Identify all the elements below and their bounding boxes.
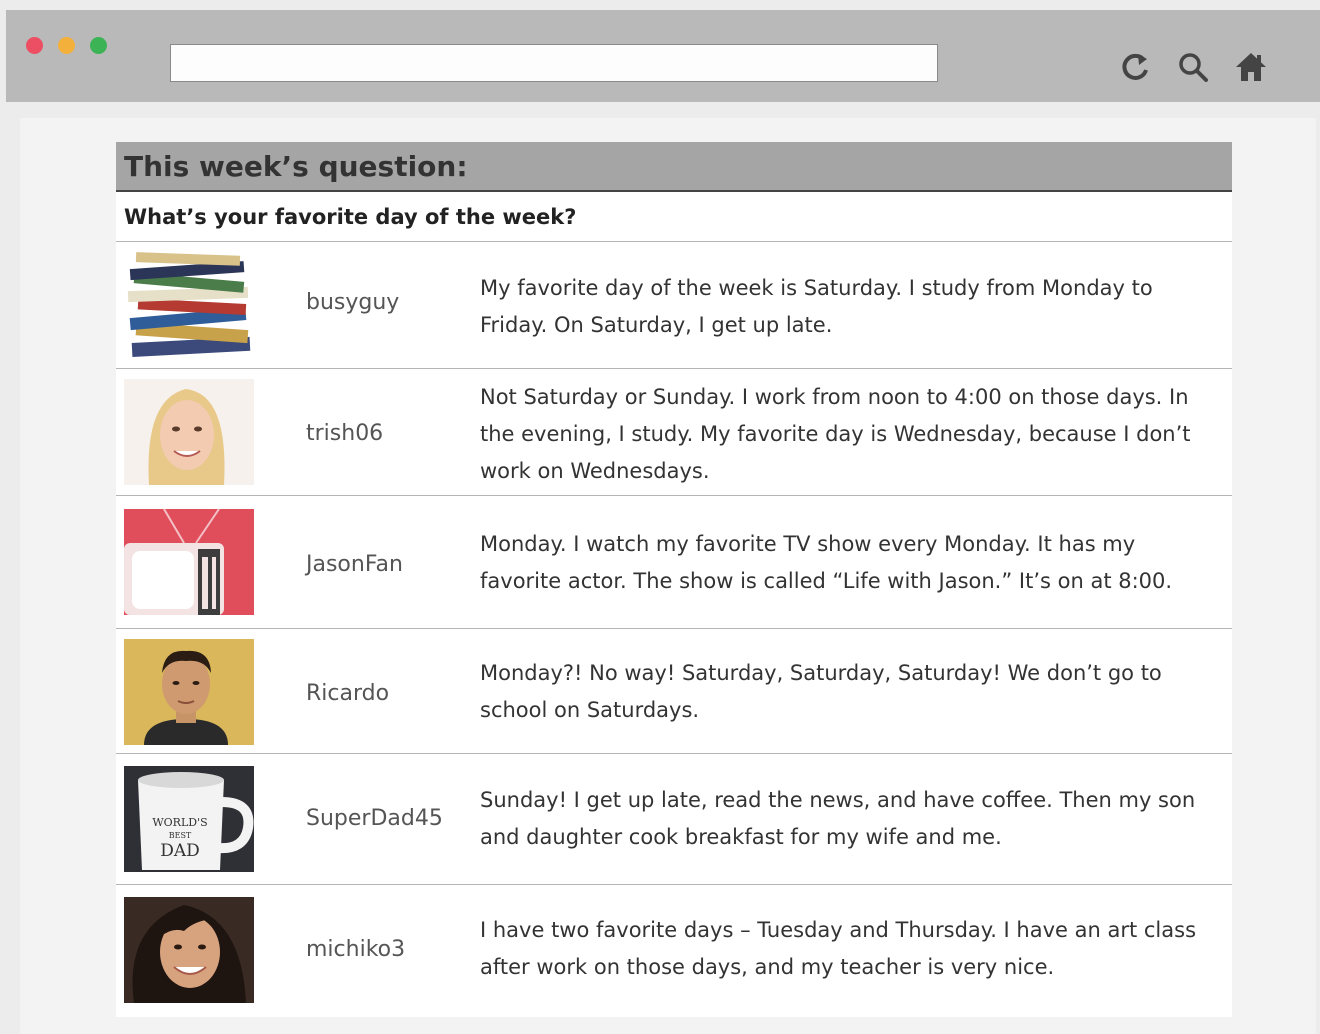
browser-toolbar [6, 10, 1320, 102]
address-bar-input[interactable] [170, 44, 938, 82]
close-window-button[interactable] [26, 37, 43, 54]
forum-card: This week’s question: What’s your favori… [116, 142, 1232, 1017]
mug-text-worlds: WORLD'S [152, 816, 207, 829]
question-text: What’s your favorite day of the week? [116, 192, 1232, 242]
question-header-title: This week’s question: [124, 149, 468, 183]
username: trish06 [306, 421, 384, 446]
username: JasonFan [306, 552, 403, 577]
post-row: JasonFan Monday. I watch my favorite TV … [116, 496, 1232, 629]
post-row: trish06 Not Saturday or Sunday. I work f… [116, 369, 1232, 496]
post-text: My favorite day of the week is Saturday.… [480, 276, 1153, 337]
post-row: michiko3 I have two favorite days – Tues… [116, 885, 1232, 1017]
young-man-image [124, 639, 254, 745]
retro-tv-image [124, 509, 254, 615]
username: michiko3 [306, 937, 406, 962]
worlds-best-dad-mug-image: WORLD'S BEST DAD [124, 766, 254, 872]
maximize-window-button[interactable] [90, 37, 107, 54]
post-text: Sunday! I get up late, read the news, an… [480, 788, 1196, 849]
home-icon[interactable] [1232, 48, 1270, 86]
woman-smiling-image [124, 379, 254, 485]
post-text: Monday?! No way! Saturday, Saturday, Sat… [480, 661, 1162, 722]
post-text: Not Saturday or Sunday. I work from noon… [480, 385, 1191, 483]
mug-text-best: BEST [169, 831, 192, 840]
post-row: Ricardo Monday?! No way! Saturday, Satur… [116, 629, 1232, 754]
username: Ricardo [306, 681, 390, 706]
page-content: This week’s question: What’s your favori… [20, 118, 1316, 1034]
question-header: This week’s question: [116, 142, 1232, 192]
search-icon[interactable] [1174, 48, 1212, 86]
post-row: WORLD'S BEST DAD SuperDad45 Sunday! I ge… [116, 754, 1232, 885]
reload-icon[interactable] [1116, 48, 1154, 86]
minimize-window-button[interactable] [58, 37, 75, 54]
books-stack-image [124, 252, 254, 358]
mug-text-dad: DAD [160, 841, 200, 861]
username: busyguy [306, 290, 400, 315]
smiling-woman-image [124, 897, 254, 1003]
post-text: Monday. I watch my favorite TV show ever… [480, 532, 1173, 593]
username: SuperDad45 [306, 806, 443, 831]
post-text: I have two favorite days – Tuesday and T… [480, 918, 1197, 979]
post-row: busyguy My favorite day of the week is S… [116, 242, 1232, 369]
